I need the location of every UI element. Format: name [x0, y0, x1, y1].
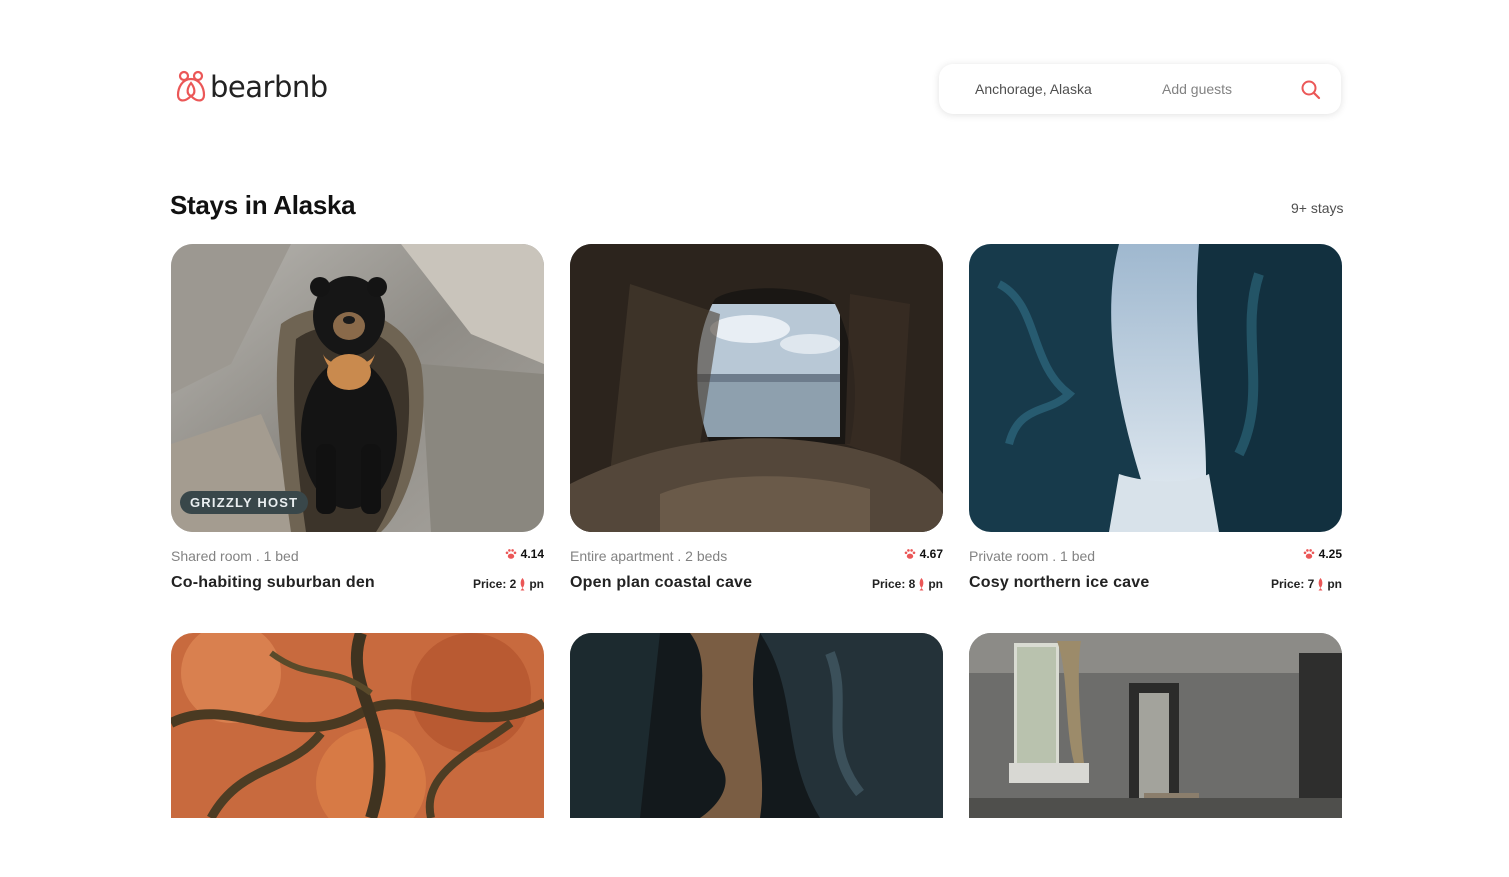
listing-name[interactable]: Co-habiting suburban den — [171, 574, 375, 592]
listing-image-ice-cave[interactable] — [969, 244, 1342, 532]
listing-card[interactable]: Entire apartment . 2 beds 4.67 Open plan… — [570, 244, 943, 591]
paw-icon — [904, 549, 915, 559]
listing-meta: Shared room . 1 bed — [171, 548, 299, 564]
listing-rating: 4.25 — [1303, 547, 1342, 561]
listing-card[interactable]: GRIZZLY HOST Shared room . 1 bed 4.14 Co… — [171, 244, 544, 591]
listing-card[interactable]: Private room . 1 bed 4.25 Cosy northern … — [969, 244, 1342, 591]
host-badge: GRIZZLY HOST — [180, 491, 309, 514]
listing-image-abandoned-room[interactable] — [969, 633, 1342, 818]
listing-meta: Private room . 1 bed — [969, 548, 1096, 564]
listing-name[interactable]: Open plan coastal cave — [570, 574, 752, 592]
listing-price: Price: 7 pn — [1271, 577, 1342, 591]
fish-icon — [919, 578, 924, 591]
listing-image-coastal-cave[interactable] — [570, 244, 943, 532]
bear-logo-icon — [176, 70, 206, 102]
fish-icon — [1318, 578, 1323, 591]
stays-count: 9+ stays — [1291, 200, 1344, 216]
price-suffix: pn — [928, 577, 943, 591]
listing-image-sun-bear[interactable]: GRIZZLY HOST — [171, 244, 544, 532]
rating-value: 4.14 — [520, 547, 544, 561]
price-label: Price: 8 — [871, 577, 916, 591]
listing-price: Price: 8 pn — [872, 577, 943, 591]
brand-logo[interactable]: bearbnb — [176, 70, 328, 104]
search-bar: Anchorage, Alaska Add guests — [939, 64, 1341, 114]
price-label: Price: 2 — [472, 577, 517, 591]
listing-meta: Entire apartment . 2 beds — [570, 548, 728, 564]
listing-image-autumn-tree[interactable] — [171, 633, 544, 818]
listing-rating: 4.67 — [904, 547, 943, 561]
listing-name[interactable]: Cosy northern ice cave — [969, 574, 1149, 592]
paw-icon — [1303, 549, 1314, 559]
search-icon[interactable] — [1299, 78, 1323, 102]
fish-icon — [520, 578, 525, 591]
listing-card[interactable] — [570, 633, 943, 818]
location-field[interactable]: Anchorage, Alaska — [975, 81, 1092, 97]
rating-value: 4.25 — [1318, 547, 1342, 561]
price-suffix: pn — [1327, 577, 1342, 591]
listing-price: Price: 2 pn — [473, 577, 544, 591]
listing-card[interactable] — [171, 633, 544, 818]
page-title: Stays in Alaska — [170, 190, 356, 220]
rating-value: 4.67 — [919, 547, 943, 561]
guests-field[interactable]: Add guests — [1162, 81, 1232, 97]
listing-image-dark-cave[interactable] — [570, 633, 943, 818]
paw-icon — [505, 549, 516, 559]
price-suffix: pn — [529, 577, 544, 591]
brand-name: bearbnb — [210, 70, 328, 104]
price-label: Price: 7 — [1270, 577, 1315, 591]
listing-card[interactable] — [969, 633, 1342, 818]
listing-rating: 4.14 — [505, 547, 544, 561]
